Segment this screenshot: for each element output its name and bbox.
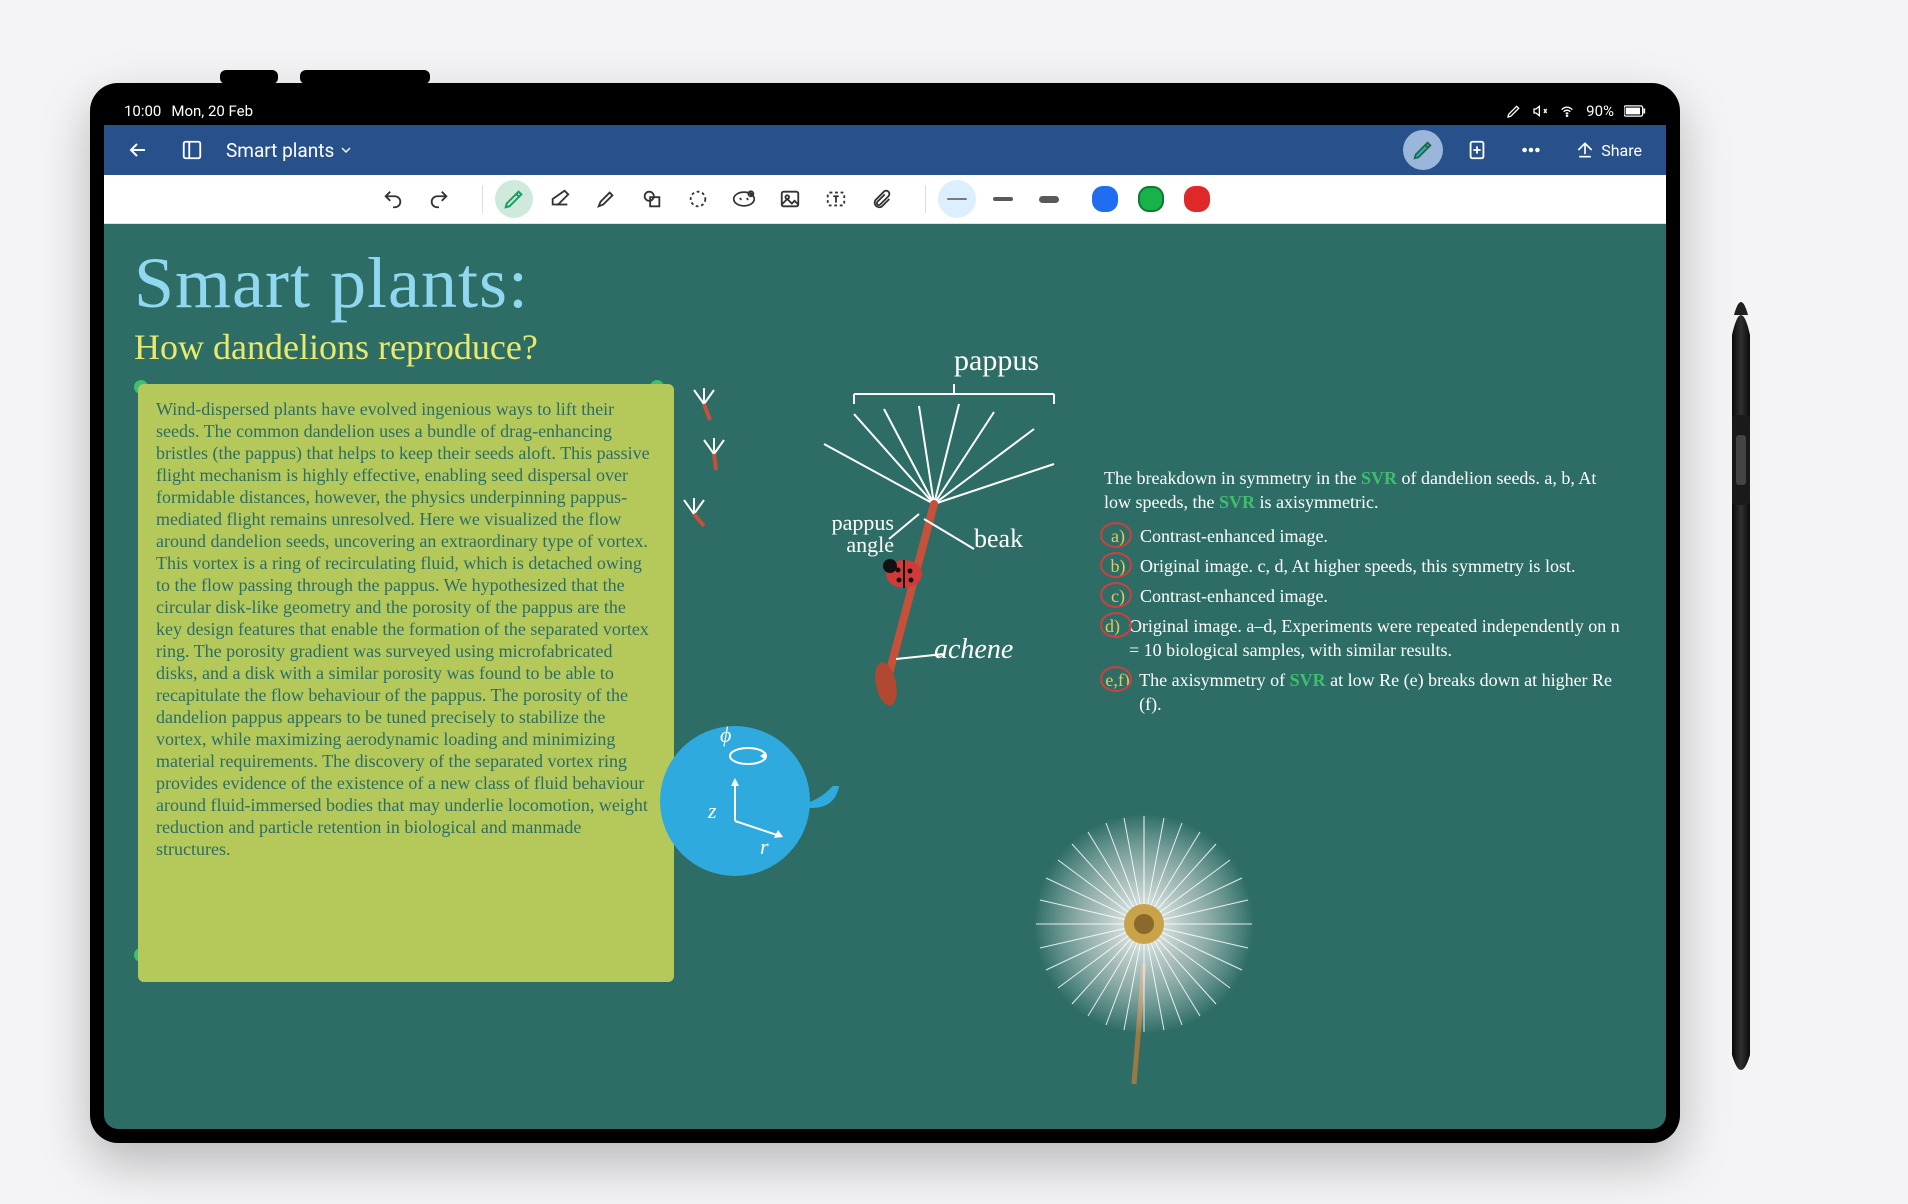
volume-rocker [300, 70, 430, 84]
battery-text: 90% [1586, 102, 1614, 120]
toolbar [104, 175, 1666, 224]
status-date: Mon, 20 Feb [171, 102, 253, 120]
power-button [220, 70, 278, 84]
pen-tool[interactable] [495, 180, 533, 218]
color-red[interactable] [1178, 180, 1216, 218]
annotation-tag: a) [1104, 524, 1132, 548]
stroke-thick[interactable] [1030, 180, 1068, 218]
app-header: Smart plants Share [104, 125, 1666, 175]
annotation-tag: e,f) [1104, 668, 1131, 716]
dandelion-image [1004, 804, 1284, 1084]
axis-z: z [708, 798, 717, 824]
stylus-icon [1506, 103, 1522, 119]
seed-diagram-svg [674, 374, 1094, 734]
note-canvas[interactable]: Smart plants: How dandelions reproduce? … [104, 224, 1666, 1129]
right-intro: The breakdown in symmetry in the SVR of … [1104, 466, 1624, 514]
undo-button[interactable] [374, 180, 412, 218]
toolbar-divider [925, 185, 926, 213]
right-annotations: The breakdown in symmetry in the SVR of … [1104, 466, 1624, 722]
tablet-screen: 10:00 Mon, 20 Feb 90% [104, 97, 1666, 1129]
status-bar: 10:00 Mon, 20 Feb 90% [104, 97, 1666, 125]
stroke-medium[interactable] [984, 180, 1022, 218]
lasso-tool[interactable] [679, 180, 717, 218]
canvas-title: Smart plants: [134, 242, 529, 325]
color-blue[interactable] [1086, 180, 1124, 218]
sticker-tool[interactable] [725, 180, 763, 218]
axis-r: r [760, 834, 769, 860]
image-tool[interactable] [771, 180, 809, 218]
annotation-text: Original image. c, d, At higher speeds, … [1140, 554, 1575, 578]
s-pen [1726, 295, 1756, 1085]
document-title-dropdown[interactable]: Smart plants [226, 139, 354, 162]
battery-icon [1624, 104, 1646, 118]
annotation-tag: c) [1104, 584, 1132, 608]
new-page-button[interactable] [1457, 130, 1497, 170]
highlighter-tool[interactable] [587, 180, 625, 218]
drawing-mode-button[interactable] [1403, 130, 1443, 170]
share-button[interactable]: Share [1565, 134, 1652, 166]
redo-button[interactable] [420, 180, 458, 218]
tablet-frame: 10:00 Mon, 20 Feb 90% [90, 83, 1680, 1143]
sticky-note-text: Wind-dispersed plants have evolved ingen… [156, 399, 650, 859]
color-green[interactable] [1132, 180, 1170, 218]
back-button[interactable] [118, 130, 158, 170]
label-pappus: pappus [954, 344, 1039, 378]
stroke-thin[interactable] [938, 180, 976, 218]
chevron-down-icon [338, 142, 354, 158]
annotation-text: The axisymmetry of SVR at low Re (e) bre… [1139, 668, 1624, 716]
annotation-tag: d) [1104, 614, 1121, 662]
shapes-tool[interactable] [633, 180, 671, 218]
canvas-subtitle: How dandelions reproduce? [134, 326, 538, 368]
textbox-tool[interactable] [817, 180, 855, 218]
page-panel-button[interactable] [172, 130, 212, 170]
annotation-tag: b) [1104, 554, 1132, 578]
share-label: Share [1601, 141, 1642, 160]
eraser-tool[interactable] [541, 180, 579, 218]
more-options-button[interactable] [1511, 130, 1551, 170]
device-mockup-stage: 10:00 Mon, 20 Feb 90% [0, 0, 1908, 1204]
sticky-note[interactable]: Wind-dispersed plants have evolved ingen… [138, 384, 674, 982]
document-title: Smart plants [226, 139, 334, 162]
axis-bubble: ϕ z r [660, 726, 810, 876]
mute-icon [1532, 103, 1548, 119]
attach-tool[interactable] [863, 180, 901, 218]
toolbar-divider [482, 185, 483, 213]
axis-phi: ϕ [720, 722, 731, 748]
annotation-text: Original image. a–d, Experiments were re… [1129, 614, 1624, 662]
wifi-icon [1558, 103, 1576, 119]
annotation-text: Contrast-enhanced image. [1140, 524, 1328, 548]
annotation-text: Contrast-enhanced image. [1140, 584, 1328, 608]
status-time: 10:00 [124, 102, 161, 120]
share-icon [1575, 140, 1595, 160]
